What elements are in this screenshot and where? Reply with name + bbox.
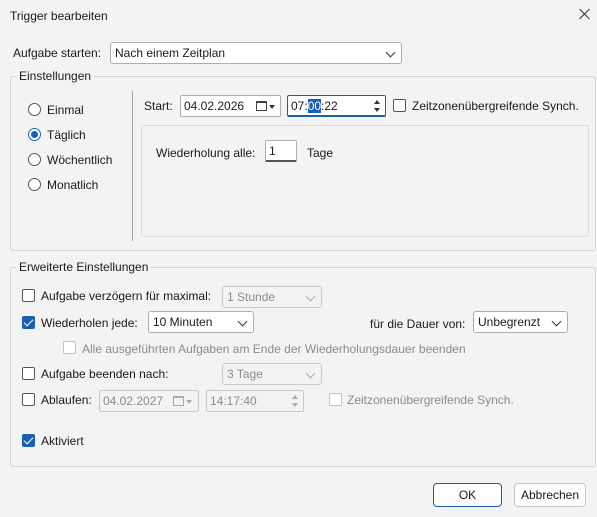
enabled-label: Aktiviert (41, 434, 84, 448)
stop-after-checkbox[interactable] (22, 367, 35, 380)
chevron-down-icon (305, 368, 316, 379)
window-title: Trigger bearbeiten (10, 9, 108, 23)
ok-button[interactable]: OK (433, 483, 502, 507)
advanced-group-label: Erweiterte Einstellungen (16, 260, 152, 274)
repeat-days-value: 1 (269, 144, 276, 158)
settings-divider (132, 91, 133, 241)
expire-checkbox[interactable] (22, 393, 35, 406)
spin-down-icon[interactable] (370, 106, 384, 115)
start-time-seconds: :22 (321, 99, 338, 113)
task-start-label: Aufgabe starten: (13, 46, 102, 60)
radio-monthly[interactable] (28, 178, 41, 191)
radio-weekly[interactable] (28, 153, 41, 166)
start-sync-checkbox[interactable] (393, 99, 406, 112)
duration-label: für die Dauer von: (370, 317, 466, 331)
spin-up-icon[interactable] (370, 97, 384, 106)
stop-after-select[interactable]: 3 Tage (222, 363, 322, 385)
dropdown-arrow-icon (269, 105, 275, 109)
duration-select[interactable]: Unbegrenzt (473, 311, 568, 333)
duration-value: Unbegrenzt (478, 315, 541, 329)
recurrence-panel (141, 125, 589, 237)
delay-value: 1 Stunde (227, 290, 276, 304)
calendar-icon (173, 396, 184, 406)
expire-label: Ablaufen: (41, 393, 92, 407)
task-start-select[interactable]: Nach einem Zeitplan (110, 42, 402, 64)
delay-checkbox[interactable] (22, 289, 35, 302)
calendar-icon (256, 101, 267, 111)
repeat-interval-select[interactable]: 10 Minuten (148, 311, 254, 333)
repeat-days-input[interactable]: 1 (265, 140, 297, 162)
radio-once[interactable] (28, 103, 41, 116)
expire-date-picker[interactable]: 04.02.2027 (99, 390, 199, 412)
radio-once-label: Einmal (47, 103, 84, 117)
expire-sync-label: Zeitzonenübergreifende Synch. (347, 393, 514, 407)
repeat-checkbox[interactable] (22, 316, 35, 329)
chevron-down-icon (305, 291, 316, 302)
chevron-down-icon (385, 47, 396, 58)
spin-up-icon[interactable] (288, 392, 302, 401)
expire-time-value: 14:17:40 (210, 394, 257, 408)
stop-after-value: 3 Tage (227, 367, 263, 381)
task-start-value: Nach einem Zeitplan (115, 46, 226, 60)
repeat-interval-value: 10 Minuten (153, 315, 213, 329)
repeat-every-label: Wiederholung alle: (156, 146, 256, 160)
chevron-down-icon (237, 316, 248, 327)
close-icon[interactable] (577, 6, 593, 22)
radio-monthly-label: Monatlich (47, 178, 99, 192)
expire-sync-checkbox[interactable] (329, 393, 342, 406)
dropdown-arrow-icon (186, 400, 192, 404)
start-time-hours: 07: (291, 99, 308, 113)
start-time-field[interactable]: 07:00:22 (287, 95, 386, 117)
radio-daily-label: Täglich (47, 128, 86, 142)
radio-daily[interactable] (28, 128, 41, 141)
expire-date-value: 04.02.2027 (103, 394, 164, 408)
start-date-value: 04.02.2026 (184, 99, 245, 113)
delay-select[interactable]: 1 Stunde (222, 286, 322, 308)
repeat-label: Wiederholen jede: (41, 316, 138, 330)
cancel-button[interactable]: Abbrechen (514, 483, 586, 507)
expire-time-field[interactable]: 14:17:40 (206, 390, 304, 412)
stop-all-label: Alle ausgeführten Aufgaben am Ende der W… (82, 342, 466, 356)
delay-label: Aufgabe verzögern für maximal: (41, 289, 212, 303)
start-label: Start: (144, 99, 173, 113)
start-sync-label: Zeitzonenübergreifende Synch. (412, 99, 579, 113)
repeat-days-unit: Tage (307, 146, 334, 160)
start-date-picker[interactable]: 04.02.2026 (180, 95, 281, 117)
settings-group-label: Einstellungen (16, 69, 95, 83)
radio-weekly-label: Wöchentlich (47, 153, 113, 167)
stop-after-label: Aufgabe beenden nach: (41, 367, 169, 381)
stop-all-checkbox[interactable] (63, 341, 76, 354)
enabled-checkbox[interactable] (22, 434, 35, 447)
chevron-down-icon (551, 316, 562, 327)
start-time-minutes: 00 (307, 99, 322, 113)
spin-down-icon[interactable] (288, 401, 302, 410)
